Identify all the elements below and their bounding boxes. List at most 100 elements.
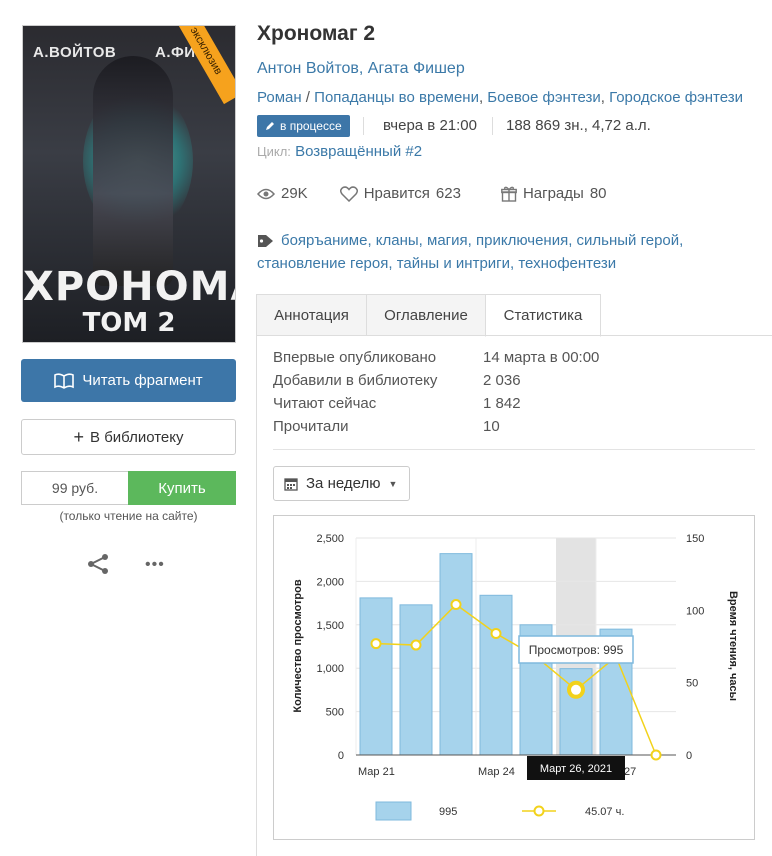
tag-link[interactable]: кланы — [376, 232, 419, 249]
line-point — [490, 627, 502, 639]
tag-link[interactable]: тайны и интриги — [397, 255, 510, 272]
caret-down-icon: ▼ — [388, 478, 398, 489]
stat-value: 2 036 — [483, 372, 521, 389]
line-point — [650, 749, 662, 761]
genres-line: Роман / Попаданцы во времени, Боевое фэн… — [257, 89, 743, 106]
tab-bar: Аннотация Оглавление Статистика — [256, 294, 601, 337]
stat-value: 14 марта в 00:00 — [483, 349, 600, 366]
divider — [492, 117, 493, 135]
cover-volume: ТОМ 2 — [82, 308, 176, 338]
heart-icon — [339, 185, 358, 202]
tab-annotation[interactable]: Аннотация — [256, 294, 367, 336]
read-only-note: (только чтение на сайте) — [59, 509, 198, 523]
read-fragment-button[interactable]: Читать фрагмент — [21, 359, 236, 402]
genre-link[interactable]: Городское фэнтези — [609, 89, 743, 106]
line-point — [450, 599, 462, 611]
awards-counter[interactable]: Награды 80 — [501, 185, 607, 202]
y-tick-label: 2,000 — [316, 576, 344, 588]
gift-icon — [501, 186, 517, 202]
legend-line-label: 45.07 ч. — [585, 806, 624, 818]
add-library-label: В библиотеку — [90, 428, 184, 446]
cycle-line: Цикл: Возвращённый #2 — [257, 143, 422, 160]
awards-value: 80 — [589, 185, 607, 202]
y-tick-label: 1,500 — [316, 620, 344, 632]
bar — [439, 553, 473, 756]
counters-row: 29K Нравится 623 Награды 80 — [257, 185, 607, 202]
read-fragment-label: Читать фрагмент — [82, 372, 203, 389]
legend-line-point — [533, 805, 545, 817]
tab-contents[interactable]: Оглавление — [366, 294, 486, 336]
tag-link[interactable]: бояръаниме — [281, 232, 367, 249]
stat-label: Прочитали — [273, 418, 349, 435]
x-tick-label: 27 — [624, 766, 636, 778]
cover-title: ХРОНОМАГ — [23, 264, 235, 310]
book-cover[interactable]: А.ВОЙТОВ А.ФИ эксклюзив ХРОНОМАГ ТОМ 2 — [22, 25, 236, 343]
tag-link[interactable]: технофентези — [518, 255, 616, 272]
y2-tick-label: 0 — [686, 750, 692, 762]
views-value: 29K — [281, 185, 308, 202]
legend-bar-label: 995 — [439, 806, 457, 818]
y2-tick-label: 50 — [686, 678, 698, 690]
pencil-icon — [266, 122, 274, 130]
y2-axis-title: Время чтения, часы — [727, 591, 739, 701]
period-value: За неделю — [306, 475, 381, 492]
line-point — [567, 680, 585, 699]
chart-container: 2,500 2,000 1,500 1,000 500 0 150 100 50 0 Мар 21 М… — [273, 515, 755, 840]
likes-label: Нравится — [363, 185, 430, 202]
tags-list: бояръаниме, кланы, магия, приключения, с… — [257, 232, 684, 272]
y2-tick-label: 100 — [686, 605, 704, 617]
awards-label: Награды — [522, 185, 584, 202]
form-link[interactable]: Роман — [257, 89, 302, 106]
period-dropdown[interactable]: За неделю ▼ — [273, 466, 410, 501]
plus-icon: + — [73, 427, 85, 447]
legend-bar-swatch — [375, 801, 412, 821]
bar — [479, 594, 513, 756]
x-tooltip-text: Март 26, 2021 — [540, 763, 612, 775]
views-counter: 29K — [257, 185, 308, 202]
status-label: в процессе — [280, 119, 342, 133]
price-field: 99 руб. — [21, 471, 128, 505]
views-chart: 2,5002,0001,5001,0005000150100500Мар 21 М… — [292, 533, 739, 821]
updated-time: вчера в 21:00 — [383, 117, 477, 134]
book-authors[interactable]: Антон Войтов, Агата Фишер — [257, 60, 465, 78]
eye-icon — [257, 188, 275, 199]
stat-value: 10 — [483, 418, 500, 435]
tag-link[interactable]: сильный герой — [577, 232, 680, 249]
likes-value: 623 — [435, 185, 461, 202]
line-point — [370, 638, 382, 650]
exclusive-badge: эксклюзив — [168, 26, 235, 105]
y-axis-title: Количество просмотров — [292, 579, 304, 712]
tag-link[interactable]: становление героя — [257, 255, 388, 272]
add-to-library-button[interactable]: + В библиотеку — [21, 419, 236, 455]
bar — [359, 597, 393, 756]
status-badge: в процессе — [257, 115, 350, 137]
tab-statistics[interactable]: Статистика — [485, 294, 601, 337]
divider — [273, 449, 755, 450]
cycle-link[interactable]: Возвращённый #2 — [295, 143, 422, 160]
stat-label: Впервые опубликовано — [273, 349, 437, 366]
stat-label: Читают сейчас — [273, 395, 377, 412]
calendar-icon — [284, 477, 298, 491]
genre-link[interactable]: Попаданцы во времени — [314, 89, 479, 106]
share-icon[interactable] — [86, 553, 110, 580]
buy-button[interactable]: Купить — [128, 471, 236, 505]
y-tick-label: 500 — [326, 707, 344, 719]
x-tick-label: Мар 21 — [358, 766, 395, 778]
stat-label: Добавили в библиотеку — [273, 372, 438, 389]
stat-value: 1 842 — [483, 395, 521, 412]
line-point — [410, 639, 422, 651]
book-size: 188 869 зн., 4,72 а.л. — [506, 117, 651, 134]
tag-link[interactable]: магия — [427, 232, 468, 249]
genre-link[interactable]: Боевое фэнтези — [487, 89, 600, 106]
y-tick-label: 2,500 — [316, 533, 344, 545]
y2-tick-label: 150 — [686, 533, 704, 545]
y-tick-label: 1,000 — [316, 663, 344, 675]
likes-counter[interactable]: Нравится 623 — [339, 185, 461, 202]
cycle-label: Цикл: — [257, 144, 291, 159]
tag-link[interactable]: приключения — [476, 232, 568, 249]
bar — [399, 604, 433, 756]
cover-author-left: А.ВОЙТОВ — [33, 44, 117, 61]
tooltip-text: Просмотров: 995 — [529, 643, 624, 657]
more-options-icon[interactable]: ••• — [145, 556, 165, 574]
divider — [363, 117, 364, 135]
